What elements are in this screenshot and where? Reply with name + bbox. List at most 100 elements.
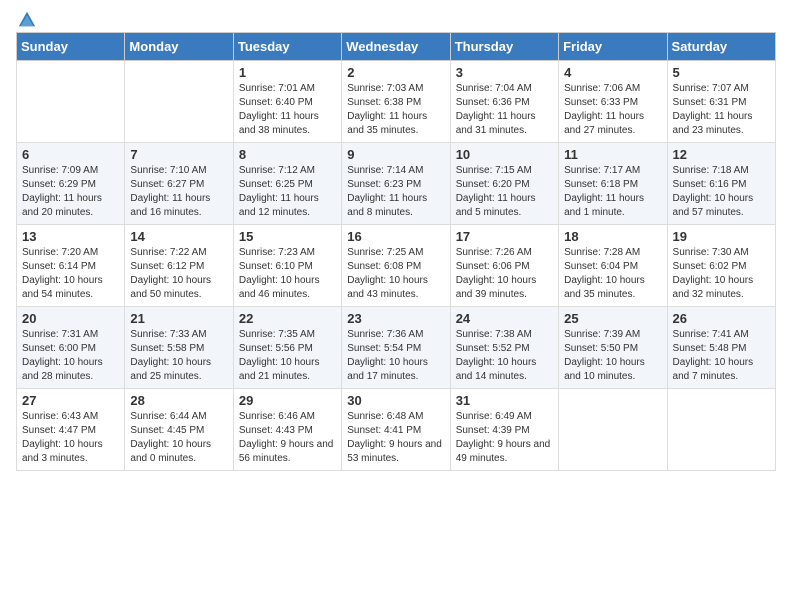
day-number: 25 (564, 311, 661, 326)
day-number: 24 (456, 311, 553, 326)
day-of-week-header: Sunday (17, 33, 125, 61)
calendar-cell: 18 Sunrise: 7:28 AM Sunset: 6:04 PM Dayli… (559, 225, 667, 307)
logo-icon (18, 10, 36, 28)
day-info: Sunrise: 7:31 AM Sunset: 6:00 PM Dayligh… (22, 328, 119, 384)
calendar-cell (17, 61, 125, 143)
calendar-cell: 5 Sunrise: 7:07 AM Sunset: 6:31 PM Daylig… (667, 61, 775, 143)
calendar-cell: 9Sunrise: 7:14 AM Sunset: 6:23 PM Daylig… (342, 143, 450, 225)
calendar-header-row: SundayMondayTuesdayWednesdayThursdayFrid… (17, 33, 776, 61)
calendar-cell: 21 Sunrise: 7:33 AM Sunset: 5:58 PM Dayli… (125, 307, 233, 389)
day-number: 22 (239, 311, 336, 326)
day-info: Sunrise: 6:49 AM Sunset: 4:39 PM Dayligh… (456, 410, 553, 466)
day-number: 4 (564, 65, 661, 80)
calendar-cell: 4 Sunrise: 7:06 AM Sunset: 6:33 PM Daylig… (559, 61, 667, 143)
day-info: Sunrise: 7:30 AM Sunset: 6:02 PM Dayligh… (673, 246, 770, 302)
day-info: Sunrise: 7:06 AM Sunset: 6:33 PM Dayligh… (564, 82, 661, 138)
day-info: Sunrise: 7:04 AM Sunset: 6:36 PM Dayligh… (456, 82, 553, 138)
day-info: Sunrise: 7:07 AM Sunset: 6:31 PM Dayligh… (673, 82, 770, 138)
day-info: Sunrise: 7:38 AM Sunset: 5:52 PM Dayligh… (456, 328, 553, 384)
calendar-cell: 8Sunrise: 7:12 AM Sunset: 6:25 PM Daylig… (233, 143, 341, 225)
calendar-cell: 13Sunrise: 7:20 AM Sunset: 6:14 PM Dayli… (17, 225, 125, 307)
day-number: 18 (564, 229, 661, 244)
day-info: Sunrise: 7:15 AM Sunset: 6:20 PM Dayligh… (456, 164, 553, 220)
calendar-cell: 10 Sunrise: 7:15 AM Sunset: 6:20 PM Dayli… (450, 143, 558, 225)
calendar-cell: 15Sunrise: 7:23 AM Sunset: 6:10 PM Dayli… (233, 225, 341, 307)
calendar-cell: 20 Sunrise: 7:31 AM Sunset: 6:00 PM Dayli… (17, 307, 125, 389)
calendar-cell: 12 Sunrise: 7:18 AM Sunset: 6:16 PM Dayli… (667, 143, 775, 225)
calendar-cell: 26 Sunrise: 7:41 AM Sunset: 5:48 PM Dayli… (667, 307, 775, 389)
day-info: Sunrise: 7:10 AM Sunset: 6:27 PM Dayligh… (130, 164, 227, 220)
day-info: Sunrise: 6:44 AM Sunset: 4:45 PM Dayligh… (130, 410, 227, 466)
day-number: 30 (347, 393, 444, 408)
calendar-cell: 31 Sunrise: 6:49 AM Sunset: 4:39 PM Dayli… (450, 389, 558, 471)
calendar-cell: 17 Sunrise: 7:26 AM Sunset: 6:06 PM Dayli… (450, 225, 558, 307)
calendar-week-row: 6Sunrise: 7:09 AM Sunset: 6:29 PM Daylig… (17, 143, 776, 225)
day-info: Sunrise: 7:39 AM Sunset: 5:50 PM Dayligh… (564, 328, 661, 384)
calendar-cell: 1Sunrise: 7:01 AM Sunset: 6:40 PM Daylig… (233, 61, 341, 143)
day-info: Sunrise: 7:28 AM Sunset: 6:04 PM Dayligh… (564, 246, 661, 302)
day-of-week-header: Wednesday (342, 33, 450, 61)
day-info: Sunrise: 7:33 AM Sunset: 5:58 PM Dayligh… (130, 328, 227, 384)
day-number: 31 (456, 393, 553, 408)
calendar-week-row: 13Sunrise: 7:20 AM Sunset: 6:14 PM Dayli… (17, 225, 776, 307)
day-info: Sunrise: 6:48 AM Sunset: 4:41 PM Dayligh… (347, 410, 444, 466)
day-info: Sunrise: 7:41 AM Sunset: 5:48 PM Dayligh… (673, 328, 770, 384)
calendar-cell: 7 Sunrise: 7:10 AM Sunset: 6:27 PM Daylig… (125, 143, 233, 225)
calendar-cell: 29Sunrise: 6:46 AM Sunset: 4:43 PM Dayli… (233, 389, 341, 471)
day-info: Sunrise: 7:03 AM Sunset: 6:38 PM Dayligh… (347, 82, 444, 138)
day-info: Sunrise: 7:22 AM Sunset: 6:12 PM Dayligh… (130, 246, 227, 302)
day-of-week-header: Friday (559, 33, 667, 61)
calendar-cell: 2 Sunrise: 7:03 AM Sunset: 6:38 PM Daylig… (342, 61, 450, 143)
calendar-cell (125, 61, 233, 143)
day-of-week-header: Thursday (450, 33, 558, 61)
header-row (16, 10, 776, 24)
calendar-cell: 24 Sunrise: 7:38 AM Sunset: 5:52 PM Dayli… (450, 307, 558, 389)
day-info: Sunrise: 7:35 AM Sunset: 5:56 PM Dayligh… (239, 328, 336, 384)
calendar-cell (667, 389, 775, 471)
day-info: Sunrise: 7:25 AM Sunset: 6:08 PM Dayligh… (347, 246, 444, 302)
day-number: 2 (347, 65, 444, 80)
calendar-cell: 14 Sunrise: 7:22 AM Sunset: 6:12 PM Dayli… (125, 225, 233, 307)
calendar-cell: 25 Sunrise: 7:39 AM Sunset: 5:50 PM Dayli… (559, 307, 667, 389)
calendar-cell: 30 Sunrise: 6:48 AM Sunset: 4:41 PM Dayli… (342, 389, 450, 471)
calendar-week-row: 1Sunrise: 7:01 AM Sunset: 6:40 PM Daylig… (17, 61, 776, 143)
calendar-cell: 19Sunrise: 7:30 AM Sunset: 6:02 PM Dayli… (667, 225, 775, 307)
calendar-cell: 11Sunrise: 7:17 AM Sunset: 6:18 PM Dayli… (559, 143, 667, 225)
day-number: 7 (130, 147, 227, 162)
day-number: 15 (239, 229, 336, 244)
day-info: Sunrise: 6:46 AM Sunset: 4:43 PM Dayligh… (239, 410, 336, 466)
calendar-cell: 22 Sunrise: 7:35 AM Sunset: 5:56 PM Dayli… (233, 307, 341, 389)
day-number: 10 (456, 147, 553, 162)
logo (16, 10, 36, 24)
day-number: 14 (130, 229, 227, 244)
calendar-cell (559, 389, 667, 471)
day-info: Sunrise: 7:14 AM Sunset: 6:23 PM Dayligh… (347, 164, 444, 220)
calendar-week-row: 27Sunrise: 6:43 AM Sunset: 4:47 PM Dayli… (17, 389, 776, 471)
day-number: 17 (456, 229, 553, 244)
calendar-week-row: 20 Sunrise: 7:31 AM Sunset: 6:00 PM Dayli… (17, 307, 776, 389)
day-of-week-header: Tuesday (233, 33, 341, 61)
page: SundayMondayTuesdayWednesdayThursdayFrid… (0, 0, 792, 481)
day-number: 6 (22, 147, 119, 162)
day-info: Sunrise: 6:43 AM Sunset: 4:47 PM Dayligh… (22, 410, 119, 466)
day-number: 21 (130, 311, 227, 326)
calendar-cell: 23 Sunrise: 7:36 AM Sunset: 5:54 PM Dayli… (342, 307, 450, 389)
calendar-table: SundayMondayTuesdayWednesdayThursdayFrid… (16, 32, 776, 471)
day-number: 5 (673, 65, 770, 80)
day-info: Sunrise: 7:20 AM Sunset: 6:14 PM Dayligh… (22, 246, 119, 302)
day-info: Sunrise: 7:01 AM Sunset: 6:40 PM Dayligh… (239, 82, 336, 138)
day-number: 8 (239, 147, 336, 162)
day-number: 23 (347, 311, 444, 326)
day-number: 26 (673, 311, 770, 326)
day-info: Sunrise: 7:26 AM Sunset: 6:06 PM Dayligh… (456, 246, 553, 302)
day-info: Sunrise: 7:36 AM Sunset: 5:54 PM Dayligh… (347, 328, 444, 384)
day-of-week-header: Saturday (667, 33, 775, 61)
day-number: 12 (673, 147, 770, 162)
day-info: Sunrise: 7:17 AM Sunset: 6:18 PM Dayligh… (564, 164, 661, 220)
calendar-cell: 27Sunrise: 6:43 AM Sunset: 4:47 PM Dayli… (17, 389, 125, 471)
calendar-cell: 28Sunrise: 6:44 AM Sunset: 4:45 PM Dayli… (125, 389, 233, 471)
day-number: 20 (22, 311, 119, 326)
day-number: 3 (456, 65, 553, 80)
day-of-week-header: Monday (125, 33, 233, 61)
day-info: Sunrise: 7:18 AM Sunset: 6:16 PM Dayligh… (673, 164, 770, 220)
